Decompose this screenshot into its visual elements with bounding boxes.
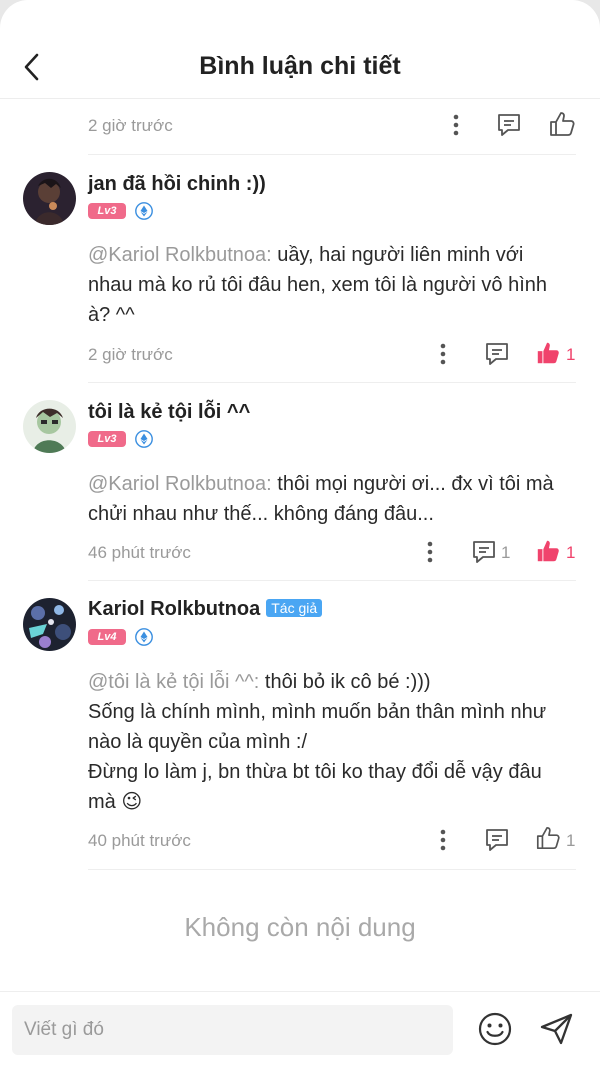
like-button[interactable] (535, 340, 561, 371)
reply-button[interactable] (484, 341, 510, 372)
avatar[interactable] (23, 400, 76, 453)
comment-input[interactable] (12, 1005, 453, 1055)
username[interactable]: Kariol Rolkbutnoa Tác giả (88, 598, 323, 621)
more-vertical-icon (440, 829, 446, 851)
diamond-badge-icon (135, 628, 153, 646)
more-options-button[interactable] (420, 539, 440, 570)
parent-comment-meta: 2 giờ trước (0, 106, 600, 146)
more-vertical-icon (440, 343, 446, 365)
emoji-button[interactable] (477, 1011, 513, 1052)
comment-meta: 46 phút trước 1 1 (0, 533, 600, 573)
more-options-button[interactable] (433, 827, 453, 858)
comment-item: jan đã hồi chinh :)) Lv3 @Kariol Rolkbut… (0, 155, 600, 383)
mention[interactable]: @tôi là kẻ tội lỗi ^^: (88, 671, 259, 693)
level-badge: Lv4 (88, 629, 126, 645)
diamond-badge-icon (135, 202, 153, 220)
divider (88, 869, 576, 870)
like-count: 1 (566, 831, 576, 850)
thumbs-up-filled-icon (537, 540, 559, 562)
like-button[interactable] (535, 538, 561, 569)
comment-time: 2 giờ trước (88, 116, 173, 135)
comment-time: 2 giờ trước (88, 345, 173, 364)
more-vertical-icon (427, 541, 433, 563)
thumbs-up-icon (536, 826, 560, 850)
page-title: Bình luận chi tiết (199, 52, 401, 80)
comment-item: Kariol Rolkbutnoa Tác giả Lv4 @tôi là kẻ … (0, 581, 600, 871)
reply-button[interactable] (484, 827, 510, 858)
comment-icon (498, 114, 520, 136)
comment-meta: 2 giờ trước 1 (0, 335, 600, 375)
comment-meta: 40 phút trước 1 (0, 821, 600, 861)
comment-time: 46 phút trước (88, 543, 191, 562)
send-button[interactable] (538, 1010, 576, 1053)
comment-icon (486, 829, 508, 851)
thumbs-up-filled-icon (537, 342, 559, 364)
comment-time: 40 phút trước (88, 831, 191, 850)
more-vertical-icon (453, 114, 459, 136)
send-icon (540, 1013, 573, 1045)
level-badge: Lv3 (88, 203, 126, 219)
like-count: 1 (566, 543, 576, 562)
level-badge: Lv3 (88, 431, 126, 447)
username[interactable]: tôi là kẻ tội lỗi ^^ (88, 401, 250, 424)
header: Bình luận chi tiết (0, 0, 600, 99)
mention[interactable]: @Kariol Rolkbutnoa: (88, 473, 272, 495)
like-button[interactable] (535, 825, 561, 856)
comment-body: @Kariol Rolkbutnoa: thôi mọi người ơi...… (88, 473, 554, 525)
avatar[interactable] (23, 172, 76, 225)
comment-icon (473, 541, 495, 563)
mention[interactable]: @Kariol Rolkbutnoa: (88, 244, 272, 266)
smiley-icon (478, 1012, 512, 1046)
comment-icon (486, 343, 508, 365)
thumbs-up-icon (550, 112, 575, 136)
like-button[interactable] (548, 110, 576, 143)
comment-body: @Kariol Rolkbutnoa: uầy, hai người liên … (88, 244, 547, 326)
reply-button[interactable] (496, 112, 522, 143)
like-count: 1 (566, 345, 576, 364)
username[interactable]: jan đã hồi chinh :)) (88, 173, 266, 196)
comment-item: tôi là kẻ tội lỗi ^^ Lv3 @Kariol Rolkbut… (0, 383, 600, 581)
diamond-badge-icon (135, 430, 153, 448)
comment-body: @tôi là kẻ tội lỗi ^^: thôi bỏ ik cô bé … (88, 671, 547, 813)
more-options-button[interactable] (446, 112, 466, 143)
reply-button[interactable] (471, 539, 497, 570)
avatar[interactable] (23, 598, 76, 651)
more-options-button[interactable] (433, 341, 453, 372)
reply-count: 1 (501, 543, 511, 562)
author-tag: Tác giả (266, 599, 323, 617)
comment-input-bar (0, 991, 600, 1067)
end-of-content-message: Không còn nội dung (184, 912, 416, 942)
comment-detail-screen: Bình luận chi tiết 2 giờ trước jan đã hồ… (0, 0, 600, 1067)
